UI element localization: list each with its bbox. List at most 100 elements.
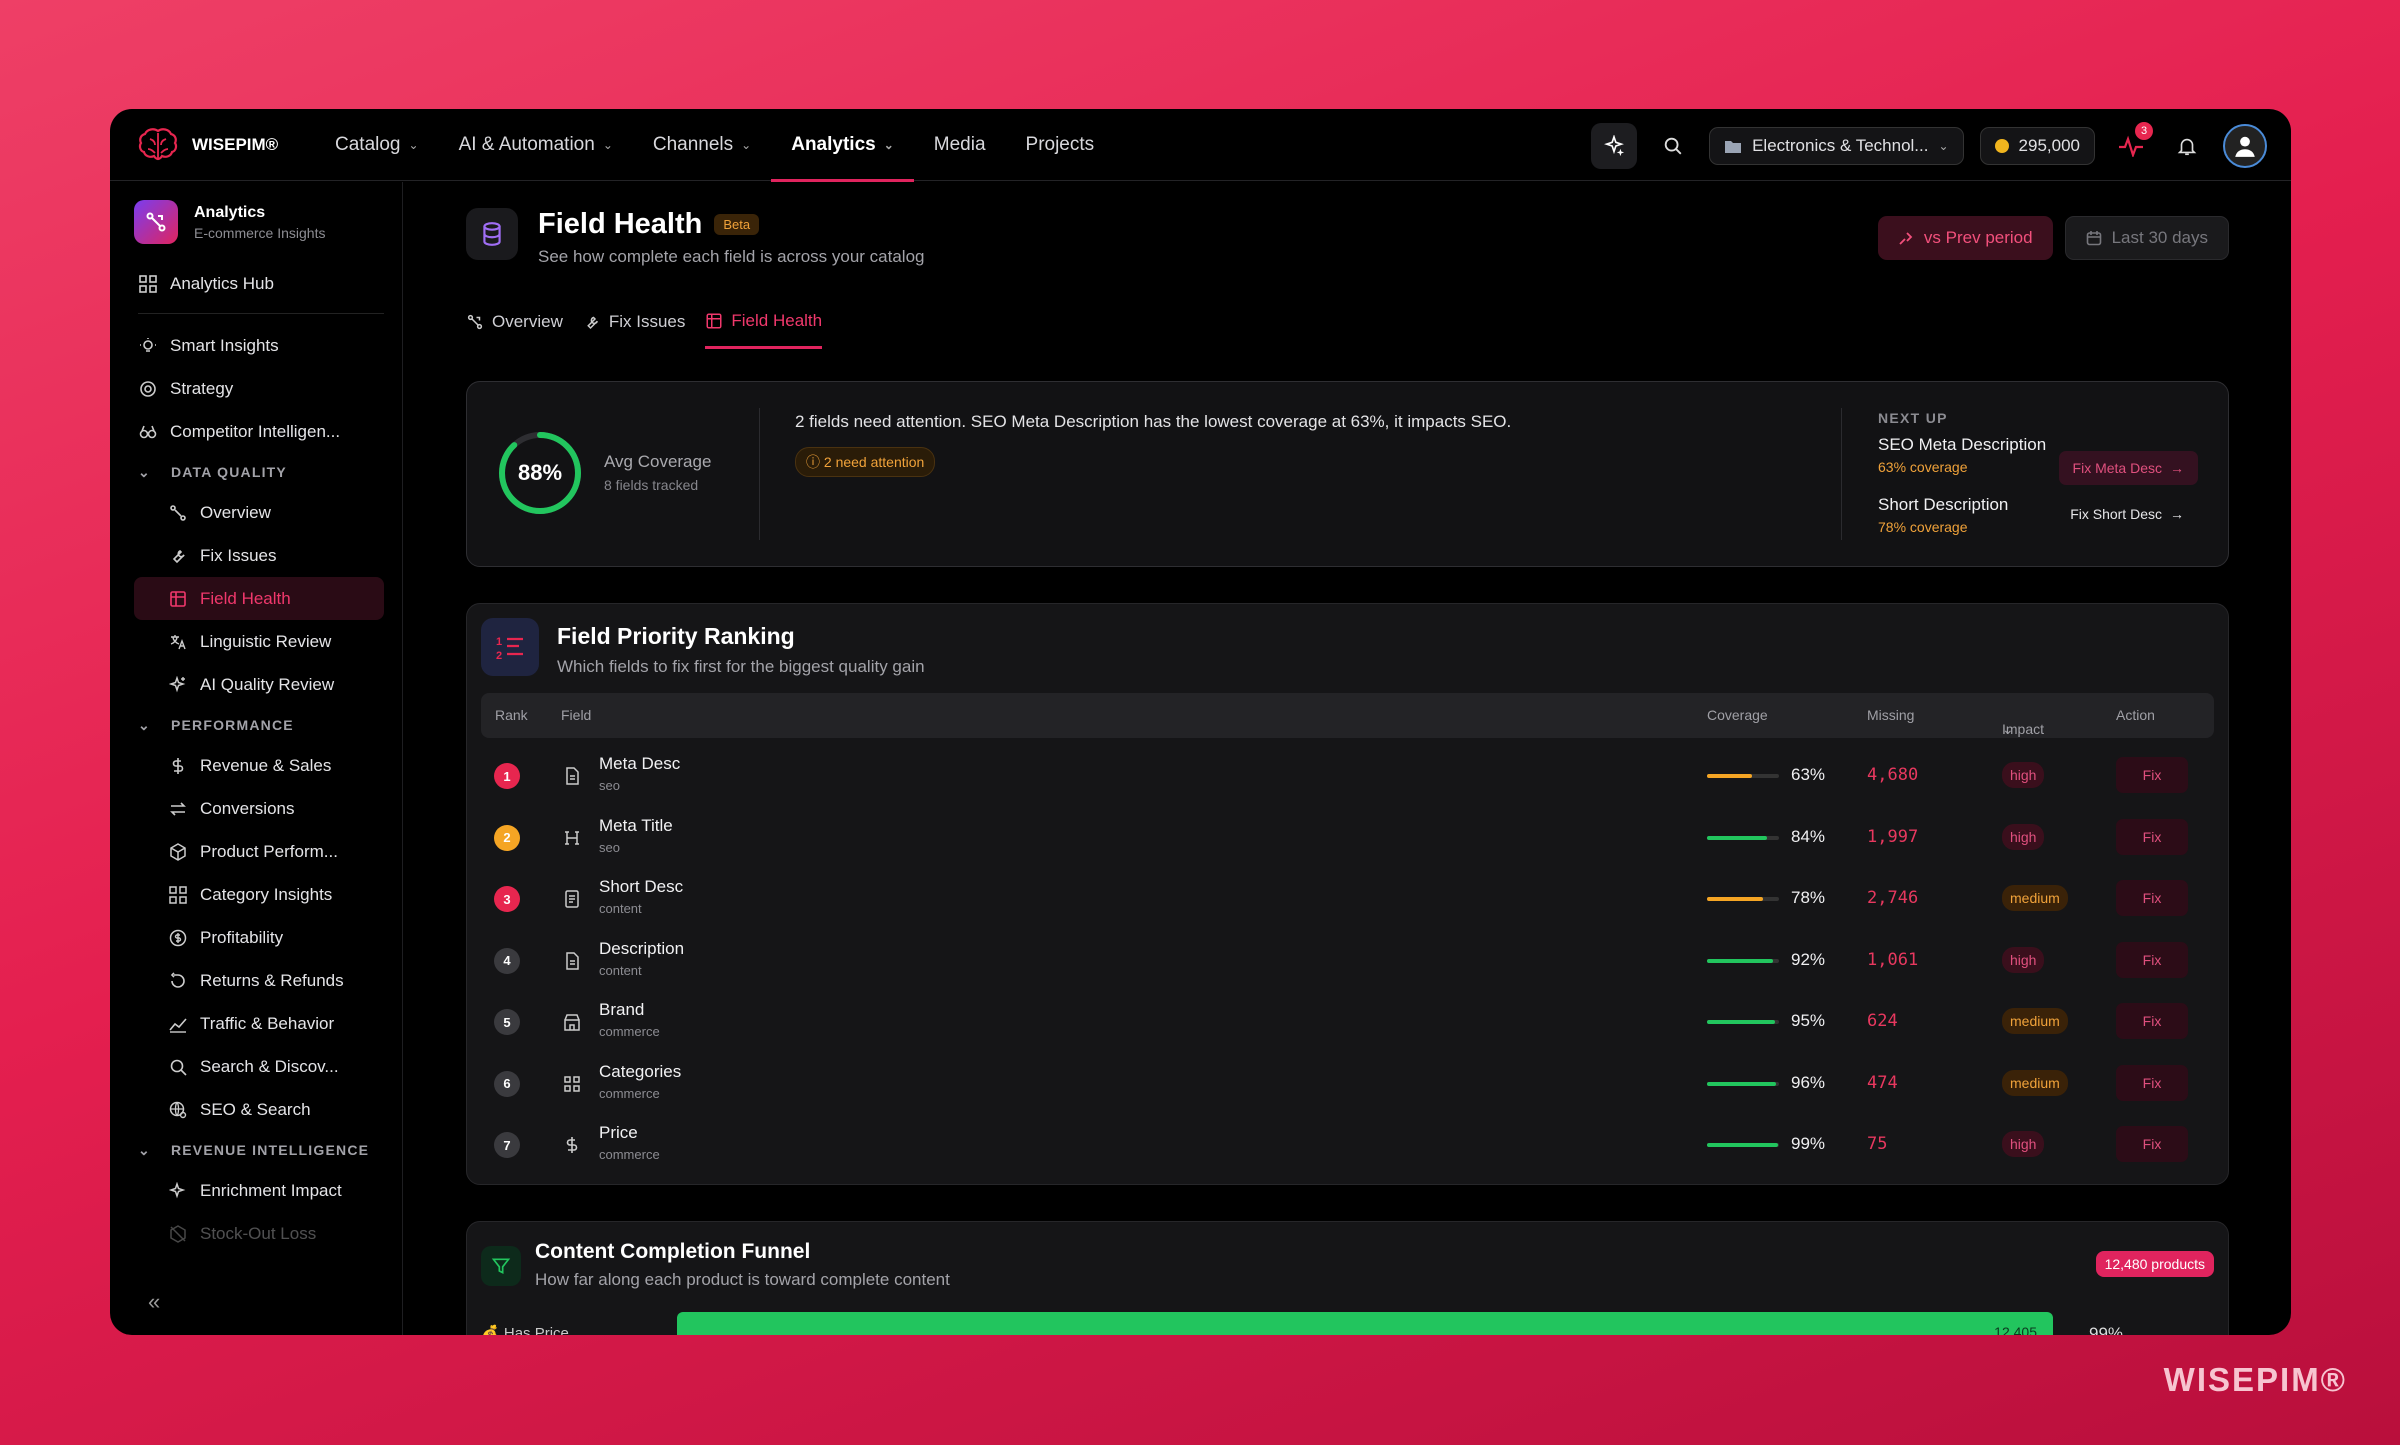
fix-short-desc-button[interactable]: Fix Short Desc → xyxy=(2056,497,2198,531)
sidebar-item-product-perform[interactable]: Product Perform... xyxy=(134,830,384,873)
sidebar-item-fix-issues[interactable]: Fix Issues xyxy=(134,534,384,577)
sidebar-item-strategy[interactable]: Strategy xyxy=(134,367,384,410)
nav-item-label: Catalog xyxy=(335,134,401,155)
overview-icon xyxy=(467,314,483,330)
brand-logo[interactable]: WISEPIM® xyxy=(138,127,278,163)
field-category: commerce xyxy=(599,1024,660,1039)
svg-text:1: 1 xyxy=(496,636,502,648)
nav-item-analytics[interactable]: Analytics ⌄ xyxy=(771,109,914,182)
nav-item-label: Channels xyxy=(652,134,734,155)
bell-icon xyxy=(2177,138,2197,156)
sparkles-icon xyxy=(168,675,188,695)
chevron-down-icon: ⌄ xyxy=(1938,139,1949,153)
rank-badge: 6 xyxy=(494,1070,520,1097)
brand-name: WISEPIM® xyxy=(192,135,279,154)
activity-button[interactable]: 3 xyxy=(2111,122,2153,166)
sidebar-item-traffic-behavior[interactable]: Traffic & Behavior xyxy=(134,1002,384,1045)
sidebar-item-analytics-hub[interactable]: Analytics Hub xyxy=(134,262,384,305)
nav-item-catalog[interactable]: Catalog ⌄ xyxy=(315,109,439,181)
divider xyxy=(759,408,760,540)
funnel-title: Content Completion Funnel xyxy=(535,1240,811,1263)
sidebar-item-enrichment-impact[interactable]: Enrichment Impact xyxy=(134,1169,384,1212)
fix-button[interactable]: Fix xyxy=(2116,1126,2188,1162)
sidebar-item-linguistic-review[interactable]: Linguistic Review xyxy=(134,620,384,663)
compare-period-button[interactable]: vs Prev period xyxy=(1877,216,2053,260)
sidebar-item-label: Search & Discov... xyxy=(200,1056,339,1076)
folder-icon xyxy=(1725,141,1742,153)
ai-assistant-button[interactable] xyxy=(1591,123,1638,169)
coverage-bar xyxy=(1707,897,1779,901)
nav-item-media[interactable]: Media xyxy=(914,109,1006,181)
next-up-item: Short Description 78% coverage Fix Short… xyxy=(1878,495,2198,549)
fix-button-label: Fix Short Desc xyxy=(2070,506,2162,522)
funnel-subtitle: How far along each product is toward com… xyxy=(535,1270,950,1289)
fix-button[interactable]: Fix xyxy=(2116,818,2188,855)
sidebar-section-title: REVENUE INTELLIGENCE xyxy=(170,1142,370,1158)
grid-icon xyxy=(138,274,158,294)
sidebar-item-overview[interactable]: Overview xyxy=(134,491,384,534)
impact-badge: medium xyxy=(2002,1008,2068,1034)
next-up-panel: NEXT UP SEO Meta Description 63% coverag… xyxy=(1878,410,2198,549)
coverage-bar xyxy=(1707,774,1779,778)
rank-badge: 3 xyxy=(494,886,520,912)
sidebar-item-smart-insights[interactable]: Smart Insights xyxy=(134,324,384,367)
sidebar-item-ai-quality-review[interactable]: AI Quality Review xyxy=(134,663,384,706)
workspace-selector[interactable]: Electronics & Technol... ⌄ xyxy=(1709,127,1964,165)
fix-button[interactable]: Fix xyxy=(2116,1003,2188,1039)
date-range-button[interactable]: Last 30 days xyxy=(2064,216,2229,260)
field-category: seo xyxy=(599,778,620,793)
funnel-count: 12,405 xyxy=(1994,1324,2037,1335)
fix-button[interactable]: Fix xyxy=(2116,880,2188,916)
page-subtitle: See how complete each field is across yo… xyxy=(538,247,925,266)
sidebar-item-stock-out-loss[interactable]: Stock-Out Loss xyxy=(134,1212,384,1255)
notifications-button[interactable] xyxy=(2167,126,2207,166)
table-row: 5 Brand commerce 95% 624 medium Fix xyxy=(481,991,2214,1052)
sidebar-item-category-insights[interactable]: Category Insights xyxy=(134,873,384,916)
next-up-title: NEXT UP xyxy=(1878,410,1948,426)
tab-field-health[interactable]: Field Health xyxy=(705,307,823,349)
nav-item-projects[interactable]: Projects xyxy=(1006,109,1115,181)
ordered-list-icon: 12 xyxy=(481,618,539,676)
chevron-down-icon: ⌄ xyxy=(138,716,151,733)
nav-item-channels[interactable]: Channels ⌄ xyxy=(633,109,771,181)
sidebar-item-seo-search[interactable]: SEO & Search xyxy=(134,1088,384,1131)
sidebar-item-revenue-sales[interactable]: Revenue & Sales xyxy=(134,744,384,787)
sidebar-item-field-health[interactable]: Field Health xyxy=(134,577,384,620)
field-category: content xyxy=(599,962,642,978)
sidebar-section-header[interactable]: ⌄ PERFORMANCE xyxy=(134,706,384,744)
sidebar-app-header[interactable]: Analytics E-commerce Insights xyxy=(134,200,384,244)
coverage-bar-fill xyxy=(1707,835,1768,840)
sidebar-item-search-discov[interactable]: Search & Discov... xyxy=(134,1045,384,1088)
sidebar-item-label: Fix Issues xyxy=(200,545,277,565)
fix-button[interactable]: Fix xyxy=(2116,757,2188,793)
table-icon xyxy=(168,589,188,609)
tab-fix-issues[interactable]: Fix Issues xyxy=(583,307,685,349)
sidebar-item-conversions[interactable]: Conversions xyxy=(134,787,384,830)
beta-badge: Beta xyxy=(714,214,760,235)
sidebar-item-returns-refunds[interactable]: Returns & Refunds xyxy=(134,959,384,1002)
sidebar-section-header[interactable]: ⌄ REVENUE INTELLIGENCE xyxy=(134,1131,384,1169)
collapse-sidebar-icon[interactable]: « xyxy=(148,1289,160,1315)
sidebar-item-profitability[interactable]: Profitability xyxy=(134,916,384,959)
sidebar-item-label: Analytics Hub xyxy=(170,273,274,293)
coin-dollar-icon xyxy=(168,928,188,948)
sidebar-section-header[interactable]: ⌄ DATA QUALITY xyxy=(134,453,384,491)
workspace-name: Electronics & Technol... xyxy=(1752,136,1929,155)
sidebar-item-competitor-intelligen[interactable]: Competitor Intelligen... xyxy=(134,410,384,453)
table-row: 6 Categories commerce 96% 474 medium Fix xyxy=(481,1053,2214,1114)
content-funnel-card: Content Completion Funnel How far along … xyxy=(466,1221,2229,1335)
missing-count: 4,680 xyxy=(1867,765,1919,785)
fix-button[interactable]: Fix xyxy=(2116,1064,2188,1101)
table-row: 7 Price commerce 99% 75 high Fix xyxy=(481,1114,2214,1175)
tab-overview[interactable]: Overview xyxy=(466,307,563,349)
missing-count: 1,997 xyxy=(1867,826,1919,847)
nav-item-ai-automation[interactable]: AI & Automation ⌄ xyxy=(439,109,633,181)
user-avatar[interactable] xyxy=(2223,124,2267,168)
sidebar-item-label: Category Insights xyxy=(200,884,333,904)
missing-count: 1,061 xyxy=(1867,949,1919,970)
fix-meta-desc-button[interactable]: Fix Meta Desc → xyxy=(2058,451,2198,485)
search-button[interactable] xyxy=(1653,126,1693,166)
credits-display[interactable]: 295,000 xyxy=(1979,127,2095,165)
fix-button[interactable]: Fix xyxy=(2116,941,2188,978)
coverage-bar-fill xyxy=(1707,1020,1776,1024)
